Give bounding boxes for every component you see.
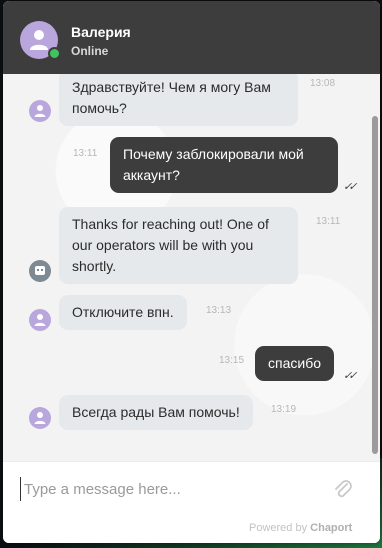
- read-receipt-icon: ✓✓: [343, 370, 358, 382]
- outgoing-message: спасибо: [255, 346, 334, 381]
- brand-name: Chaport: [310, 522, 353, 534]
- message-list[interactable]: Здравствуйте! Чем я могу Вам помочь? 13:…: [3, 74, 380, 461]
- sender-avatar: [29, 100, 51, 122]
- agent-name: Валерия: [71, 24, 131, 40]
- powered-by[interactable]: Powered by Chaport: [249, 522, 352, 534]
- incoming-message: Отключите впн.: [59, 295, 187, 330]
- user-avatar-icon: [34, 412, 46, 424]
- bot-avatar-icon: [29, 260, 51, 282]
- bot-face: [35, 266, 45, 275]
- sender-avatar: [29, 407, 51, 429]
- composer: Powered by Chaport: [3, 461, 380, 543]
- incoming-message: Здравствуйте! Чем я могу Вам помочь?: [59, 74, 298, 126]
- chat-header: Валерия Online: [3, 1, 380, 74]
- incoming-message: Всегда рады Вам помочь!: [59, 395, 253, 430]
- outgoing-message: Почему заблокировали мой аккаунт?: [110, 137, 338, 193]
- user-avatar-icon: [34, 105, 46, 117]
- paperclip-icon[interactable]: [333, 478, 353, 500]
- sender-avatar: [29, 309, 51, 331]
- user-avatar-icon: [30, 30, 48, 50]
- message-time: 13:19: [271, 404, 297, 415]
- message-time: 13:13: [206, 305, 232, 316]
- incoming-message: Thanks for reaching out! One of our oper…: [59, 207, 298, 284]
- online-status-dot: [48, 47, 61, 60]
- message-time: 13:11: [316, 216, 341, 227]
- message-time: 13:15: [219, 355, 245, 366]
- powered-by-prefix: Powered by: [249, 522, 308, 534]
- message-time: 13:11: [73, 148, 98, 159]
- scrollbar-thumb[interactable]: [372, 116, 378, 454]
- user-avatar-icon: [34, 314, 46, 326]
- message-time: 13:08: [310, 78, 336, 89]
- message-input[interactable]: [20, 477, 326, 501]
- agent-status: Online: [71, 44, 109, 58]
- read-receipt-icon: ✓✓: [343, 181, 358, 193]
- chat-widget: Валерия Online Здравствуйте! Чем я могу …: [3, 1, 380, 543]
